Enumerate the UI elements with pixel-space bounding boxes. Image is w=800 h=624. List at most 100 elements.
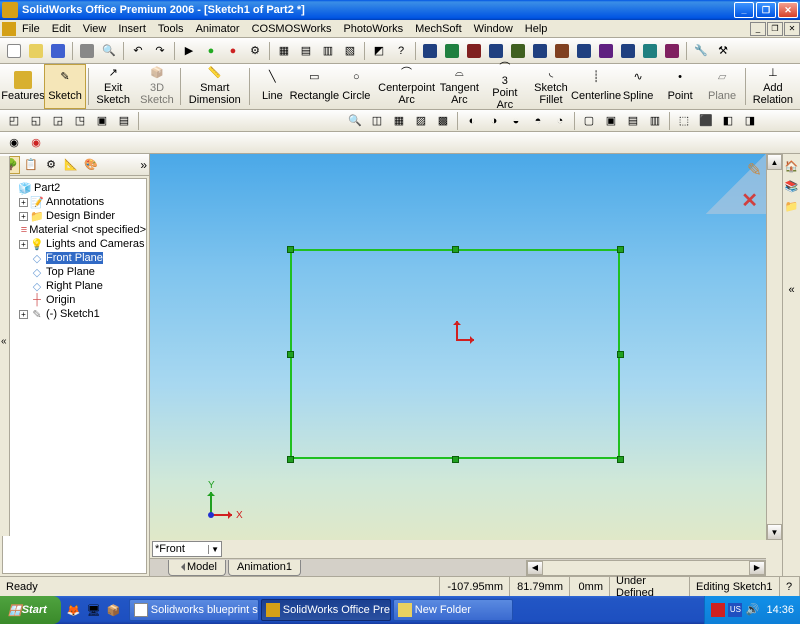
addin-9[interactable] <box>596 41 616 61</box>
open-button[interactable] <box>26 41 46 61</box>
left-collapse-bar[interactable]: « <box>0 156 10 536</box>
tray-clock[interactable]: 14:36 <box>766 604 794 616</box>
handle-ml[interactable] <box>287 351 294 358</box>
vt-14[interactable]: ◒ <box>506 111 526 131</box>
rebuild-button[interactable]: ● <box>201 41 221 61</box>
handle-tr[interactable] <box>617 246 624 253</box>
handle-br[interactable] <box>617 456 624 463</box>
graphics-area[interactable]: ✎ ✕ Y X <box>150 154 766 540</box>
tb-tool-2[interactable]: ▤ <box>296 41 316 61</box>
vt-21[interactable]: ⬚ <box>674 111 694 131</box>
handle-mr[interactable] <box>617 351 624 358</box>
et-2[interactable]: ◉ <box>26 133 46 153</box>
start-button[interactable]: 🪟 Start <box>0 596 61 624</box>
tb-tool-3[interactable]: ▥ <box>318 41 338 61</box>
config-tab[interactable]: ⚙ <box>42 156 60 174</box>
line-button[interactable]: ╲Line <box>251 64 293 109</box>
sketch-tab[interactable]: ✎Sketch <box>44 64 86 109</box>
taskpane-resources[interactable]: 🏠 <box>784 158 800 174</box>
save-button[interactable] <box>48 41 68 61</box>
3point-arc-button[interactable]: ⌒3 Point Arc <box>483 64 527 109</box>
handle-bm[interactable] <box>452 456 459 463</box>
select-button[interactable]: ▶ <box>179 41 199 61</box>
expand-panel-button[interactable]: » <box>140 158 147 172</box>
vt-16[interactable]: ◔ <box>550 111 570 131</box>
centerpoint-arc-button[interactable]: ⌒Centerpoint Arc <box>377 64 435 109</box>
vt-15[interactable]: ◓ <box>528 111 548 131</box>
task-folder[interactable]: New Folder <box>393 599 513 621</box>
scroll-left-button[interactable]: ◀ <box>527 561 543 575</box>
menu-view[interactable]: View <box>77 21 113 37</box>
centerline-button[interactable]: ┊Centerline <box>575 64 617 109</box>
vt-11[interactable]: ▩ <box>433 111 453 131</box>
cancel-sketch-icon[interactable]: ✕ <box>741 188 758 213</box>
help-button[interactable]: ? <box>391 41 411 61</box>
scroll-down-button[interactable]: ▼ <box>767 524 782 540</box>
feature-tree[interactable]: 🧊Part2 +📝Annotations +📁Design Binder ≡Ma… <box>2 178 147 574</box>
animation-tab[interactable]: Animation1 <box>228 560 301 576</box>
task-solidworks[interactable]: SolidWorks Office Pre... <box>261 599 391 621</box>
handle-tl[interactable] <box>287 246 294 253</box>
redo-button[interactable]: ↷ <box>150 41 170 61</box>
close-button[interactable]: ✕ <box>778 2 798 18</box>
exit-sketch-button[interactable]: ↗Exit Sketch <box>91 64 136 109</box>
tray-lang-icon[interactable]: US <box>728 603 742 617</box>
sketch-rectangle[interactable] <box>290 249 620 459</box>
maximize-button[interactable]: ❐ <box>756 2 776 18</box>
addin-6[interactable] <box>530 41 550 61</box>
menu-animator[interactable]: Animator <box>190 21 246 37</box>
vt-17[interactable]: ▢ <box>579 111 599 131</box>
addin-7[interactable] <box>552 41 572 61</box>
menu-help[interactable]: Help <box>519 21 554 37</box>
vt-24[interactable]: ◨ <box>740 111 760 131</box>
tb-tool-5[interactable]: ◩ <box>369 41 389 61</box>
tree-origin[interactable]: ┼Origin <box>3 293 146 307</box>
property-tab[interactable]: 📋 <box>22 156 40 174</box>
task-blueprint[interactable]: Solidworks blueprint setu... <box>129 599 259 621</box>
vt-9[interactable]: ▦ <box>389 111 409 131</box>
menu-cosmosworks[interactable]: COSMOSWorks <box>246 21 338 37</box>
vt-13[interactable]: ◑ <box>484 111 504 131</box>
status-help-icon[interactable]: ? <box>780 577 800 596</box>
tree-material[interactable]: ≡Material <not specified> <box>3 223 146 237</box>
menu-window[interactable]: Window <box>468 21 519 37</box>
vt-2[interactable]: ◱ <box>26 111 46 131</box>
tree-annotations[interactable]: +📝Annotations <box>3 195 146 209</box>
mdi-minimize[interactable]: _ <box>750 22 766 36</box>
mdi-restore[interactable]: ❐ <box>767 22 783 36</box>
circle-button[interactable]: ○Circle <box>335 64 377 109</box>
taskpane-file-explorer[interactable]: 📁 <box>784 198 800 214</box>
add-relation-button[interactable]: ⊥Add Relation <box>748 64 798 109</box>
addin-1[interactable] <box>420 41 440 61</box>
addin-5[interactable] <box>508 41 528 61</box>
tangent-arc-button[interactable]: ⌓Tangent Arc <box>436 64 483 109</box>
tray-vol-icon[interactable]: 🔊 <box>745 603 759 617</box>
tree-right-plane[interactable]: ◇Right Plane <box>3 279 146 293</box>
3d-sketch-button[interactable]: 📦3D Sketch <box>136 64 178 109</box>
scroll-right-button[interactable]: ▶ <box>749 561 765 575</box>
menu-insert[interactable]: Insert <box>112 21 152 37</box>
undo-button[interactable]: ↶ <box>128 41 148 61</box>
point-button[interactable]: •Point <box>659 64 701 109</box>
tree-front-plane[interactable]: ◇Front Plane <box>3 251 146 265</box>
vt-22[interactable]: ⬛ <box>696 111 716 131</box>
tray-av-icon[interactable] <box>711 603 725 617</box>
vt-20[interactable]: ▥ <box>645 111 665 131</box>
options-button[interactable]: ⚙ <box>245 41 265 61</box>
taskpane-collapse[interactable]: « <box>784 282 800 298</box>
addin-14[interactable]: ⚒ <box>713 41 733 61</box>
ql-desktop[interactable]: 🖥 <box>85 600 103 620</box>
addin-10[interactable] <box>618 41 638 61</box>
addin-8[interactable] <box>574 41 594 61</box>
addin-12[interactable] <box>662 41 682 61</box>
menu-photoworks[interactable]: PhotoWorks <box>337 21 409 37</box>
tree-top-plane[interactable]: ◇Top Plane <box>3 265 146 279</box>
print-button[interactable] <box>77 41 97 61</box>
handle-bl[interactable] <box>287 456 294 463</box>
new-button[interactable] <box>4 41 24 61</box>
zoom-fit-button[interactable]: 🔍 <box>345 111 365 131</box>
tb-tool-4[interactable]: ▧ <box>340 41 360 61</box>
horizontal-scrollbar[interactable]: ◀ ▶ <box>526 560 766 576</box>
ql-app[interactable]: 📦 <box>105 600 123 620</box>
rebuild-all-button[interactable]: ● <box>223 41 243 61</box>
